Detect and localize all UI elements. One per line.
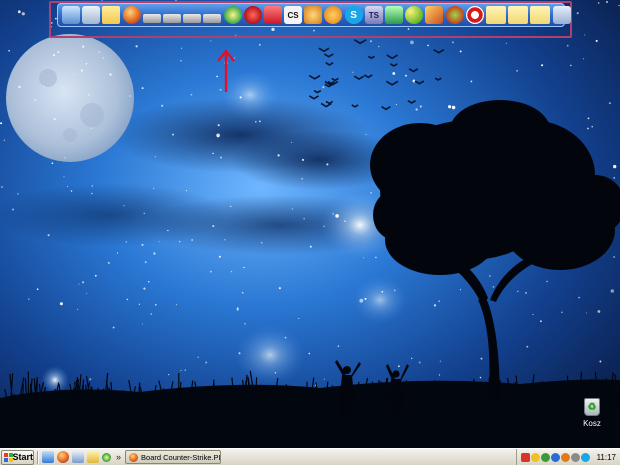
start-label: Start xyxy=(12,452,33,462)
desktop-wallpaper xyxy=(0,0,620,448)
computer-icon[interactable] xyxy=(62,6,80,24)
system-tray: 11:17 xyxy=(515,448,620,465)
lifebuoy-icon[interactable] xyxy=(465,6,484,24)
taskbar-clock: 11:17 xyxy=(596,452,616,462)
taskbar: Start » Board Counter-Strike.PL ... 11:1… xyxy=(0,448,620,465)
gift-icon[interactable] xyxy=(263,6,282,24)
tray-shield-icon[interactable] xyxy=(520,452,530,462)
folder-icon[interactable] xyxy=(102,6,121,24)
drive-icon[interactable] xyxy=(142,13,161,23)
games-icon[interactable] xyxy=(445,6,464,24)
tray-network-icon[interactable] xyxy=(540,452,550,462)
folder-icon[interactable] xyxy=(508,6,529,24)
folder-icon[interactable] xyxy=(530,6,551,24)
tray-volume-icon[interactable] xyxy=(570,452,580,462)
firefox-quicklaunch-icon[interactable] xyxy=(57,451,69,463)
monitor-icon[interactable] xyxy=(385,6,403,24)
recycle-bin-label: Kosz xyxy=(583,419,601,428)
settings-icon[interactable] xyxy=(552,6,571,24)
quick-launch-more-button[interactable]: » xyxy=(116,452,121,462)
audio-quicklaunch-icon[interactable] xyxy=(102,452,111,462)
taskbar-separator xyxy=(37,450,39,464)
drive-icon[interactable] xyxy=(183,13,202,23)
wallpaper-art xyxy=(0,0,620,448)
paint-icon[interactable] xyxy=(425,6,444,24)
drive-icon[interactable] xyxy=(203,13,222,23)
folder-icon[interactable] xyxy=(485,6,506,24)
taskbar-window-button[interactable]: Board Counter-Strike.PL ... xyxy=(125,450,222,464)
recycle-bin-desktop-icon[interactable]: ♻ Kosz xyxy=(574,398,610,428)
firefox-icon xyxy=(129,452,139,462)
recycle-icon[interactable] xyxy=(82,6,101,24)
tray-alert-icon[interactable] xyxy=(530,452,540,462)
tray-antivirus-icon[interactable] xyxy=(560,452,570,462)
show-desktop-icon[interactable] xyxy=(42,451,54,463)
taskbar-window-title: Board Counter-Strike.PL ... xyxy=(141,452,222,462)
media-quicklaunch-icon[interactable] xyxy=(87,451,99,463)
molecule-icon[interactable] xyxy=(405,6,424,24)
tray-skype-icon[interactable] xyxy=(580,452,590,462)
start-button[interactable]: Start xyxy=(1,449,34,465)
annotation-arrow-icon xyxy=(217,49,235,92)
skype-icon[interactable]: S xyxy=(344,6,363,24)
tray-update-icon[interactable] xyxy=(550,452,560,462)
audio-icon[interactable] xyxy=(223,6,242,24)
quick-launch-dock: CS S TS xyxy=(57,3,571,27)
media-player-icon[interactable] xyxy=(243,6,262,24)
contacts-icon[interactable] xyxy=(304,6,323,24)
text-editor-icon[interactable]: TS xyxy=(364,6,383,24)
explorer-quicklaunch-icon[interactable] xyxy=(72,451,84,463)
windows-logo-icon xyxy=(4,452,13,462)
recycle-bin-icon: ♻ xyxy=(584,398,600,416)
sun-icon[interactable] xyxy=(324,6,343,24)
firefox-icon[interactable] xyxy=(122,6,141,24)
counter-strike-icon[interactable]: CS xyxy=(284,6,303,24)
drive-icon[interactable] xyxy=(162,13,181,23)
